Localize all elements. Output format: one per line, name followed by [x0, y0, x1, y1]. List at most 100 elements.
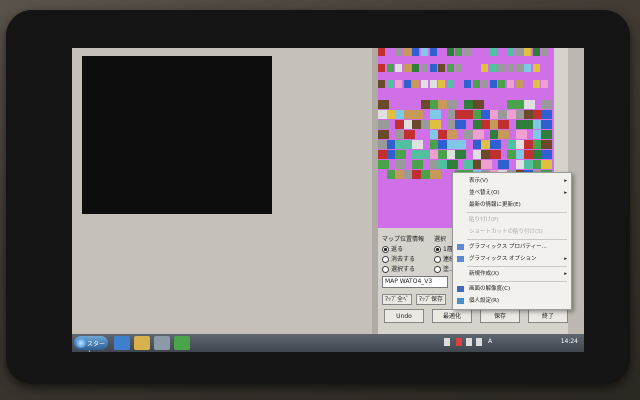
palette-tile[interactable] [446, 48, 454, 56]
palette-tile[interactable] [507, 80, 514, 88]
context-menu-item[interactable]: 個人設定(R) [453, 295, 571, 307]
network-icon[interactable] [456, 338, 462, 346]
context-menu-item[interactable]: 新規作成(X) ▸ [453, 268, 571, 280]
map-view[interactable] [82, 56, 272, 214]
map-file-name-field[interactable]: MAP WATO4_V3 [382, 276, 448, 288]
palette-tile[interactable] [421, 48, 428, 56]
palette-tile[interactable] [489, 64, 497, 72]
editor-taskbar-icon[interactable] [174, 336, 190, 350]
radio-layer1[interactable]: 1層 [434, 244, 453, 253]
undo-button[interactable]: Undo [384, 309, 424, 323]
palette-tile[interactable] [472, 100, 484, 109]
palette-tile[interactable] [429, 64, 437, 72]
context-menu-item[interactable]: 画面の解像度(C) [453, 283, 571, 295]
palette-tile[interactable] [532, 48, 540, 56]
ime-indicator[interactable]: A [488, 338, 492, 345]
palette-tile[interactable] [395, 48, 403, 56]
context-menu-item[interactable]: グラフィックス プロパティー... [453, 241, 571, 253]
palette-tile[interactable] [541, 48, 549, 56]
palette-tile[interactable] [524, 48, 532, 56]
palette-tile[interactable] [446, 130, 458, 139]
palette-tile[interactable] [403, 64, 411, 72]
keyboard-icon[interactable] [444, 338, 450, 346]
palette-tile[interactable] [395, 64, 403, 72]
palette-tile[interactable] [507, 64, 514, 72]
palette-tile[interactable] [412, 110, 424, 119]
radio-return[interactable]: 返る [382, 244, 403, 253]
palette-tile[interactable] [464, 48, 471, 56]
start-button[interactable]: スタート [74, 336, 108, 352]
palette-tile[interactable] [541, 160, 553, 169]
palette-tile[interactable] [524, 100, 536, 109]
palette-tile[interactable] [481, 80, 489, 88]
palette-tile[interactable] [541, 140, 553, 149]
palette-tile[interactable] [455, 48, 463, 56]
palette-tile[interactable] [412, 48, 420, 56]
palette-tile[interactable] [412, 80, 420, 88]
palette-tile[interactable] [378, 130, 389, 139]
palette-tile[interactable] [489, 80, 497, 88]
palette-tile[interactable] [429, 170, 441, 179]
optimize-button[interactable]: 最適化 [432, 309, 472, 323]
map-all-button[interactable]: ﾏｯﾌﾟ全ﾍﾟ [382, 294, 412, 305]
palette-tile[interactable] [498, 120, 510, 129]
palette-tile[interactable] [541, 80, 549, 88]
palette-tile[interactable] [515, 48, 523, 56]
palette-tile[interactable] [395, 160, 407, 169]
palette-tile[interactable] [532, 64, 540, 72]
palette-tile[interactable] [507, 48, 514, 56]
explorer-taskbar-icon[interactable] [134, 336, 150, 350]
palette-tile[interactable] [455, 64, 463, 72]
palette-tile[interactable] [429, 48, 437, 56]
palette-tile[interactable] [412, 140, 424, 149]
map-canvas-area[interactable] [72, 48, 372, 334]
palette-tile[interactable] [386, 64, 394, 72]
palette-tile[interactable] [515, 64, 523, 72]
palette-tile[interactable] [472, 130, 484, 139]
palette-tile[interactable] [446, 80, 454, 88]
palette-tile[interactable] [395, 150, 407, 159]
clock[interactable]: 14:24 [561, 338, 578, 345]
palette-tile[interactable] [498, 80, 506, 88]
palette-tile[interactable] [498, 64, 506, 72]
palette-tile[interactable] [524, 64, 532, 72]
palette-tile[interactable] [429, 110, 441, 119]
palette-tile[interactable] [455, 120, 467, 129]
context-menu-item[interactable]: 表示(V) ▸ [453, 175, 571, 187]
palette-tile[interactable] [515, 130, 527, 139]
palette-tile[interactable] [378, 120, 389, 129]
palette-tile[interactable] [541, 120, 553, 129]
palette-tile[interactable] [378, 80, 385, 88]
palette-tile[interactable] [429, 80, 437, 88]
palette-tile[interactable] [429, 120, 441, 129]
context-menu-item[interactable]: 並べ替え(O) ▸ [453, 187, 571, 199]
save-button[interactable]: 保存 [480, 309, 520, 323]
speaker-icon[interactable] [466, 338, 472, 346]
palette-tile[interactable] [498, 160, 510, 169]
palette-tile[interactable] [403, 80, 411, 88]
palette-tile[interactable] [438, 80, 446, 88]
palette-tile[interactable] [541, 130, 553, 139]
radio-select[interactable]: 選択する [382, 264, 415, 273]
palette-tile[interactable] [378, 64, 385, 72]
map-save-button[interactable]: ﾏｯﾌﾟ保存 [416, 294, 446, 305]
context-menu-item[interactable]: グラフィックス オプション ▸ [453, 253, 571, 265]
palette-tile[interactable] [446, 64, 454, 72]
palette-tile[interactable] [532, 80, 540, 88]
palette-tile[interactable] [464, 80, 471, 88]
palette-tile[interactable] [446, 160, 458, 169]
palette-tile[interactable] [489, 140, 501, 149]
palette-tile[interactable] [378, 100, 389, 109]
palette-tile[interactable] [378, 48, 385, 56]
exit-button[interactable]: 終了 [528, 309, 568, 323]
palette-tile[interactable] [489, 48, 497, 56]
palette-tile[interactable] [412, 160, 424, 169]
palette-tile[interactable] [395, 80, 403, 88]
palette-tile[interactable] [412, 64, 420, 72]
palette-tile[interactable] [386, 80, 394, 88]
palette-tile[interactable] [438, 64, 446, 72]
palette-tile[interactable] [472, 80, 480, 88]
app-taskbar-icon[interactable] [154, 336, 170, 350]
context-menu-item[interactable]: 最新の情報に更新(E) [453, 199, 571, 211]
ie-taskbar-icon[interactable] [114, 336, 130, 350]
